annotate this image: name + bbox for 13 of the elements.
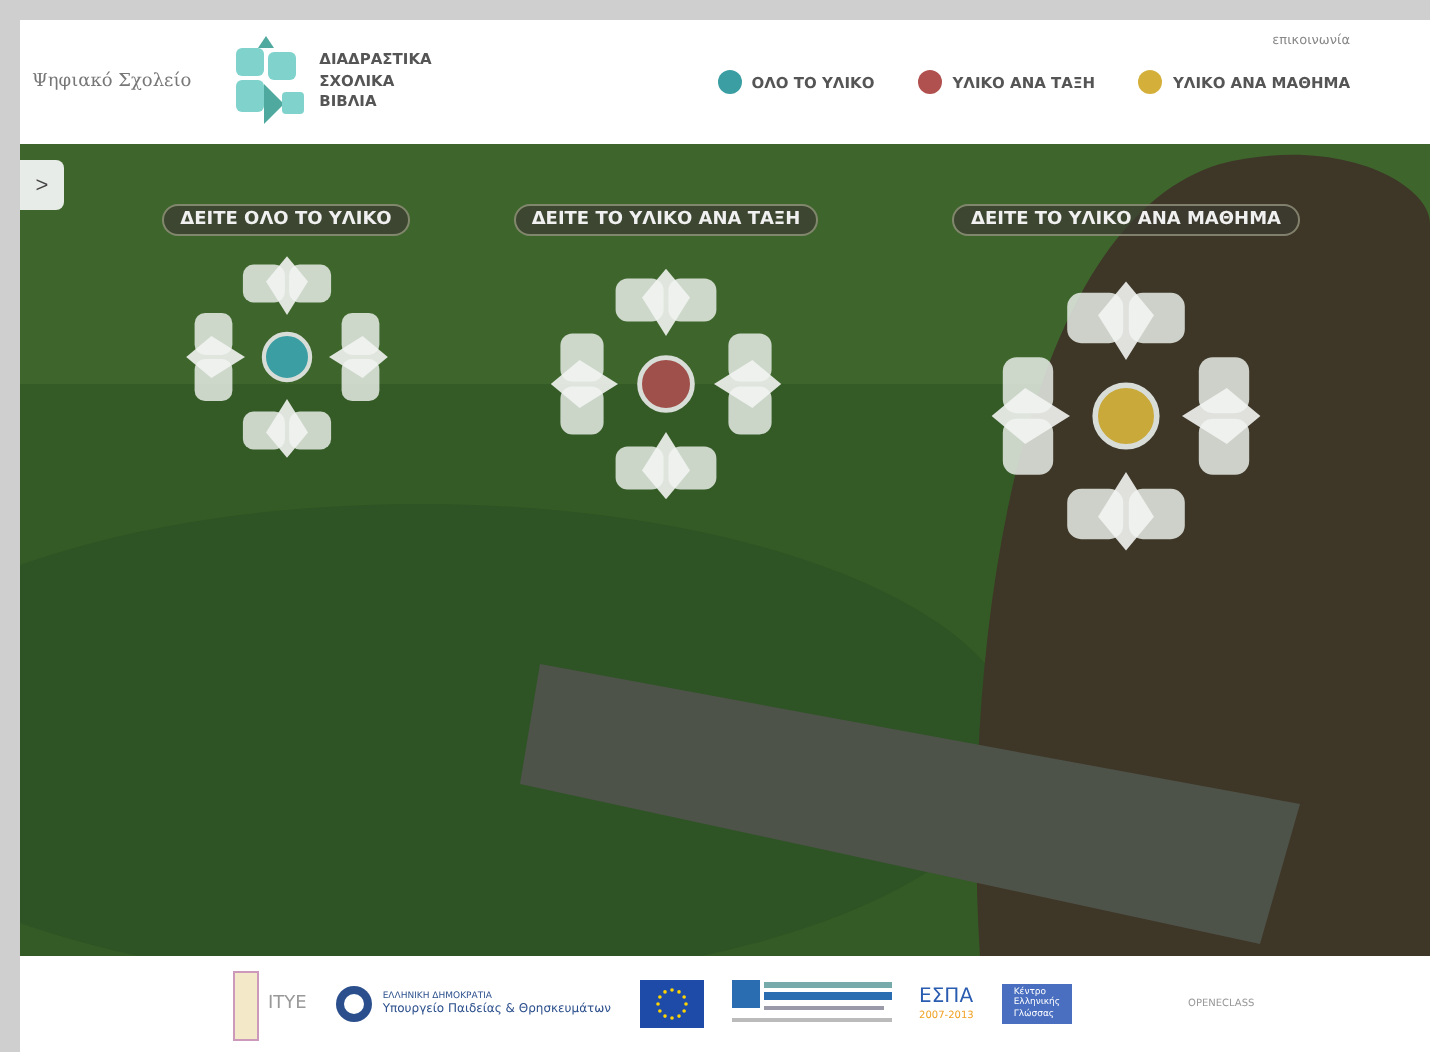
programme-logo-icon (731, 980, 892, 1028)
flower-icon[interactable] (546, 264, 786, 504)
flower-icon[interactable] (181, 252, 391, 462)
section-link[interactable]: ΔΕΙΤΕ ΤΟ ΥΛΙΚΟ ΑΝΑ ΜΑΘΗΜΑ (952, 204, 1300, 236)
eu-flag-icon (639, 980, 704, 1028)
logo-text: ΙΤΥΕ (268, 993, 307, 1015)
section-link[interactable]: ΔΕΙΤΕ ΟΛΟ ΤΟ ΥΛΙΚΟ (162, 204, 410, 236)
flower-icon[interactable] (986, 276, 1266, 556)
emblem-icon (334, 984, 375, 1024)
section-link[interactable]: ΔΕΙΤΕ ΤΟ ΥΛΙΚΟ ΑΝΑ ΤΑΞΗ (513, 204, 819, 236)
side-panel-toggle[interactable]: > (20, 160, 64, 210)
logo-text: Ψηφιακό Σχολείο (32, 72, 192, 92)
logo-text: ΕΣΠΑ (919, 986, 974, 1010)
